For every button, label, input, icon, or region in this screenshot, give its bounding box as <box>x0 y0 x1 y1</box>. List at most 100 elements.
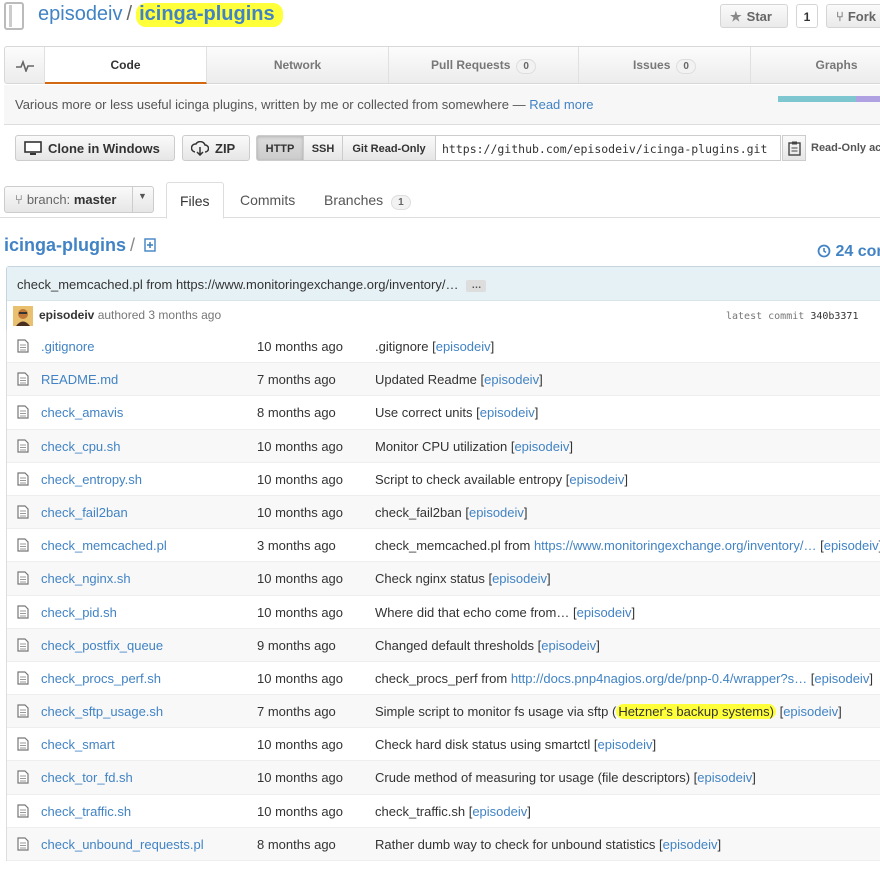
commit-message[interactable]: Check nginx status <box>375 571 485 586</box>
tab-pull-requests[interactable]: Pull Requests 0 <box>389 47 579 83</box>
file-age: 10 months ago <box>257 438 344 454</box>
repo-owner-link[interactable]: episodeiv <box>38 3 123 25</box>
commit-author-link[interactable]: episodeiv <box>472 804 527 819</box>
file-name-link[interactable]: check_tor_fd.sh <box>41 770 133 785</box>
commit-author-link[interactable]: episodeiv <box>824 538 879 553</box>
breadcrumb: icinga-plugins / <box>4 235 156 256</box>
commit-author-link[interactable]: episodeiv <box>492 571 547 586</box>
commit-message[interactable]: check_procs_perf from <box>375 671 511 686</box>
commit-author-link[interactable]: episodeiv <box>577 605 632 620</box>
clone-url-input[interactable]: https://github.com/episodeiv/icinga-plug… <box>435 135 781 161</box>
commit-author-link[interactable]: episodeiv <box>39 308 94 322</box>
commit-author-link[interactable]: episodeiv <box>436 339 491 354</box>
commit-message[interactable]: Where did that echo come from… <box>375 605 569 620</box>
commit-message-link[interactable]: http://docs.pnp4nagios.org/de/pnp-0.4/wr… <box>511 671 807 686</box>
tab-files[interactable]: Files <box>166 182 224 219</box>
commit-message[interactable]: check_traffic.sh <box>375 804 465 819</box>
commit-message[interactable]: .gitignore <box>375 339 428 354</box>
tab-graphs[interactable]: Graphs <box>751 47 880 83</box>
commit-message[interactable]: Monitor CPU utilization <box>375 439 507 454</box>
file-commit-message: Check hard disk status using smartctl [e… <box>375 737 657 753</box>
commit-message[interactable]: check_memcached.pl from <box>375 538 534 553</box>
commit-message[interactable]: Script to check available entropy <box>375 472 562 487</box>
tab-network[interactable]: Network <box>207 47 389 83</box>
file-name-link[interactable]: check_pid.sh <box>41 605 117 620</box>
tab-branches[interactable]: Branches 1 <box>324 192 411 210</box>
file-name-link[interactable]: check_memcached.pl <box>41 538 167 553</box>
protocol-ssh-button[interactable]: SSH <box>303 135 343 161</box>
commit-author-link[interactable]: episodeiv <box>663 837 718 852</box>
star-label: Star <box>746 9 772 24</box>
file-commit-message: Rather dumb way to check for unbound sta… <box>375 836 722 852</box>
language-bar[interactable] <box>778 96 880 102</box>
read-more-link[interactable]: Read more <box>529 97 593 112</box>
commit-author-link[interactable]: episodeiv <box>514 439 569 454</box>
pulse-tab[interactable] <box>5 47 45 83</box>
file-name-link[interactable]: check_procs_perf.sh <box>41 671 161 686</box>
protocol-http-button[interactable]: HTTP <box>256 135 304 161</box>
commit-message-link[interactable]: https://www.monitoringexchange.org/inven… <box>534 538 817 553</box>
tab-commits-label: Commits <box>240 192 296 208</box>
file-name-link[interactable]: check_traffic.sh <box>41 804 131 819</box>
commits-count-link[interactable]: 24 com <box>817 243 880 261</box>
tab-files-label: Files <box>180 193 210 209</box>
branch-selector[interactable]: ⑂ branch: master ▼ <box>4 186 154 213</box>
file-name-link[interactable]: .gitignore <box>41 339 94 354</box>
repo-name-link[interactable]: icinga-plugins <box>136 3 283 27</box>
commit-author-link[interactable]: episodeiv <box>480 405 535 420</box>
tab-code[interactable]: Code <box>45 47 207 84</box>
commit-author-link[interactable]: episodeiv <box>598 737 653 752</box>
commit-message[interactable]: check_fail2ban <box>375 505 462 520</box>
zip-download-button[interactable]: ZIP <box>182 135 250 161</box>
file-name-link[interactable]: check_amavis <box>41 405 123 420</box>
pull-requests-counter: 0 <box>516 59 536 74</box>
copy-url-button[interactable] <box>782 135 806 161</box>
commit-author-link[interactable]: episodeiv <box>783 704 838 719</box>
file-name-link[interactable]: check_entropy.sh <box>41 472 142 487</box>
file-name-link[interactable]: check_sftp_usage.sh <box>41 704 163 719</box>
latest-commit-title: check_memcached.pl from https://www.moni… <box>7 267 880 300</box>
file-icon <box>17 571 29 585</box>
commit-message[interactable]: Changed default thresholds <box>375 638 534 653</box>
branch-prefix: branch: <box>26 192 71 207</box>
tab-commits[interactable]: Commits <box>240 192 295 208</box>
branch-caret-divider <box>132 187 133 212</box>
file-name-link[interactable]: check_nginx.sh <box>41 571 131 586</box>
latest-commit-message[interactable]: check_memcached.pl from https://www.moni… <box>17 277 458 292</box>
file-name-link[interactable]: README.md <box>41 372 118 387</box>
commit-author-link[interactable]: episodeiv <box>484 372 539 387</box>
commit-message[interactable]: Simple script to monitor fs usage via sf… <box>375 704 616 719</box>
commit-author-link[interactable]: episodeiv <box>469 505 524 520</box>
commit-author-link[interactable]: episodeiv <box>814 671 869 686</box>
expand-commit-button[interactable]: … <box>466 279 487 292</box>
commit-message[interactable]: Crude method of measuring tor usage (fil… <box>375 770 690 785</box>
star-count[interactable]: 1 <box>796 4 818 28</box>
language-segment-2 <box>856 96 880 102</box>
protocol-git-readonly-button[interactable]: Git Read-Only <box>342 135 436 161</box>
commit-author-link[interactable]: episodeiv <box>541 638 596 653</box>
commit-message[interactable]: Updated Readme <box>375 372 477 387</box>
commit-message[interactable]: Use correct units <box>375 405 473 420</box>
new-file-icon[interactable] <box>144 238 156 252</box>
file-name-link[interactable]: check_unbound_requests.pl <box>41 837 204 852</box>
pulse-icon <box>15 59 34 74</box>
fork-button[interactable]: ⑂ Fork <box>826 4 880 28</box>
tab-code-label: Code <box>110 58 141 72</box>
commit-author-link[interactable]: episodeiv <box>569 472 624 487</box>
file-icon <box>17 339 29 353</box>
avatar[interactable] <box>13 306 33 326</box>
star-button[interactable]: ★ Star <box>720 4 788 28</box>
file-name-link[interactable]: check_fail2ban <box>41 505 128 520</box>
table-row: .gitignore 10 months ago .gitignore [episo… <box>7 330 880 364</box>
commit-sha-link[interactable]: 340b3371 <box>810 311 858 322</box>
commit-author-link[interactable]: episodeiv <box>697 770 752 785</box>
file-name-link[interactable]: check_smart <box>41 737 115 752</box>
clone-in-windows-button[interactable]: Clone in Windows <box>15 135 175 161</box>
file-name-link[interactable]: check_postfix_queue <box>41 638 163 653</box>
file-name-link[interactable]: check_cpu.sh <box>41 439 121 454</box>
commit-message[interactable]: Rather dumb way to check for unbound sta… <box>375 837 655 852</box>
breadcrumb-root-link[interactable]: icinga-plugins <box>4 235 126 255</box>
tab-issues[interactable]: Issues 0 <box>579 47 751 83</box>
tab-branches-label: Branches <box>324 192 384 208</box>
commit-message[interactable]: Check hard disk status using smartctl <box>375 737 590 752</box>
